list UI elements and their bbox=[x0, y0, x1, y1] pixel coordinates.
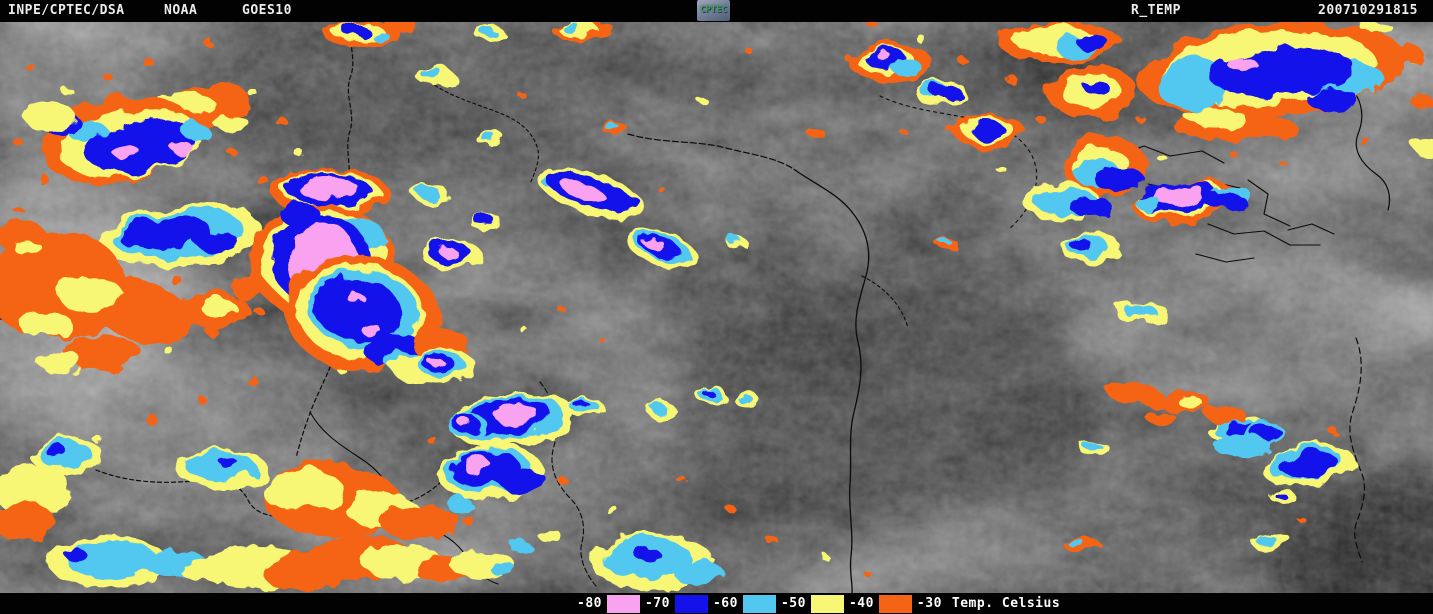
cptec-logo: CPTEC bbox=[697, 0, 730, 21]
legend-temp-label: -40 bbox=[848, 596, 874, 611]
storm-cell bbox=[646, 402, 676, 418]
storm-cell bbox=[1115, 300, 1167, 324]
storm-cell bbox=[473, 24, 503, 40]
storm-cell bbox=[422, 240, 482, 270]
timestamp-label: 200710291815 bbox=[1318, 3, 1418, 18]
legend-temp-label: -60 bbox=[712, 596, 738, 611]
legend-color-swatch bbox=[606, 594, 640, 613]
legend-temp-label: -80 bbox=[577, 596, 602, 611]
storm-cell bbox=[568, 397, 604, 419]
storm-cell bbox=[695, 387, 727, 403]
storm-cell bbox=[848, 43, 932, 81]
legend-color-swatch bbox=[878, 594, 912, 613]
storm-cell bbox=[1060, 231, 1120, 263]
legend-stops: -80 -70 -60 -50 -40 -30 bbox=[576, 594, 943, 613]
storm-cell bbox=[1411, 95, 1433, 109]
storm-cell bbox=[954, 115, 1026, 149]
satellite-product-viewer: INPE/CPTEC/DSA NOAA GOES10 CPTEC R_TEMP … bbox=[0, 0, 1433, 614]
storm-cell bbox=[411, 348, 475, 382]
legend-color-swatch bbox=[742, 594, 776, 613]
temperature-legend: -80 -70 -60 -50 -40 -30 Temp. Celsius bbox=[576, 594, 1060, 613]
storm-cell bbox=[1361, 22, 1393, 34]
storm-cell bbox=[808, 129, 826, 139]
storm-cell bbox=[414, 186, 450, 204]
legend-color-swatch bbox=[674, 594, 708, 613]
storm-cell bbox=[1081, 442, 1111, 458]
title-bar: INPE/CPTEC/DSA NOAA GOES10 CPTEC R_TEMP … bbox=[0, 0, 1433, 22]
storm-cell bbox=[603, 123, 629, 137]
legend-temp-label: -30 bbox=[916, 596, 942, 611]
storm-cell bbox=[1046, 66, 1138, 118]
storm-cell bbox=[936, 238, 958, 250]
legend-color-swatch bbox=[810, 594, 844, 613]
legend-bar: -80 -70 -60 -50 -40 -30 Temp. Celsius bbox=[0, 593, 1433, 614]
satellite-image bbox=[0, 22, 1433, 593]
storm-cell bbox=[176, 449, 268, 489]
legend-title: Temp. Celsius bbox=[951, 596, 1061, 611]
legend-temp-label: -70 bbox=[644, 596, 670, 611]
storm-cell bbox=[468, 211, 500, 229]
storm-cell bbox=[475, 131, 505, 145]
storm-cell bbox=[727, 238, 749, 250]
storm-cell bbox=[417, 67, 455, 87]
agency-label: NOAA bbox=[164, 3, 198, 18]
storm-cell bbox=[1214, 434, 1270, 458]
storm-cell bbox=[1271, 491, 1297, 505]
satellite-map bbox=[0, 22, 1433, 593]
legend-temp-label: -50 bbox=[780, 596, 806, 611]
organization-label: INPE/CPTEC/DSA bbox=[8, 3, 125, 18]
storm-cell bbox=[1251, 533, 1293, 551]
satellite-label: GOES10 bbox=[242, 3, 292, 18]
storm-cell bbox=[734, 393, 760, 407]
storm-cell bbox=[998, 22, 1122, 62]
storm-cell bbox=[1063, 537, 1101, 553]
storm-cell bbox=[914, 79, 966, 105]
product-label: R_TEMP bbox=[1131, 3, 1181, 18]
storm-cell bbox=[1392, 45, 1424, 65]
